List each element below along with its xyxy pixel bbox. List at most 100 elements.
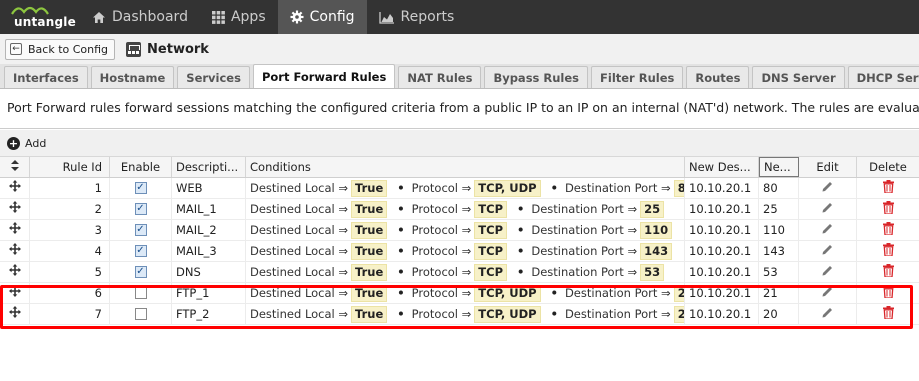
cell-conditions: Destined Local ⇒ True • Protocol ⇒ TCP • Desti… xyxy=(246,241,685,261)
cond-protocol-label: Protocol ⇒ xyxy=(411,307,472,321)
pencil-icon[interactable] xyxy=(821,222,834,239)
col-edit[interactable]: Edit xyxy=(799,157,857,177)
table-row[interactable]: 2 ✓ MAIL_1 Destined Local ⇒ True • Protocol ⇒ T… xyxy=(0,199,919,220)
cell-rule-id: 4 xyxy=(30,241,110,261)
cell-edit xyxy=(799,199,857,219)
cond-protocol-label: Protocol ⇒ xyxy=(411,223,472,237)
move-icon xyxy=(8,243,21,259)
enable-checkbox[interactable] xyxy=(134,287,147,299)
drag-handle[interactable] xyxy=(0,220,30,240)
move-icon xyxy=(8,201,21,217)
cond-separator: • xyxy=(397,286,405,300)
nav-dashboard-label: Dashboard xyxy=(112,9,188,25)
tab-hostname[interactable]: Hostname xyxy=(90,66,175,88)
tab-bypass-rules[interactable]: Bypass Rules xyxy=(484,66,589,88)
nav-reports[interactable]: Reports xyxy=(367,0,467,34)
col-description[interactable]: Descripti... xyxy=(172,157,246,177)
pencil-icon[interactable] xyxy=(821,201,834,218)
drag-handle[interactable] xyxy=(0,199,30,219)
cell-new-port: 21 xyxy=(759,283,799,303)
trash-icon[interactable] xyxy=(882,222,894,238)
cell-new-destination: 10.10.20.1 xyxy=(685,283,759,303)
col-rule-id[interactable]: Rule Id xyxy=(30,157,110,177)
cond-protocol-value: TCP, UDP xyxy=(474,179,541,197)
cond-port-label: Destination Port ⇒ xyxy=(564,286,671,300)
trash-icon[interactable] xyxy=(882,201,894,217)
drag-handle[interactable] xyxy=(0,283,30,303)
add-rule-button[interactable]: + Add xyxy=(7,136,46,150)
col-delete[interactable]: Delete xyxy=(857,157,919,177)
enable-checkbox[interactable] xyxy=(134,308,147,320)
cell-new-port: 25 xyxy=(759,199,799,219)
tab-nat-rules[interactable]: NAT Rules xyxy=(398,66,482,88)
cond-separator: • xyxy=(397,265,405,279)
trash-icon[interactable] xyxy=(882,285,894,301)
trash-icon[interactable] xyxy=(882,264,894,280)
enable-checkbox[interactable]: ✓ xyxy=(134,182,147,194)
tab-port-forward-rules[interactable]: Port Forward Rules xyxy=(252,64,396,88)
cell-delete xyxy=(857,304,919,324)
back-to-config-button[interactable]: ← Back to Config xyxy=(5,38,116,60)
cond-protocol-label: Protocol ⇒ xyxy=(411,265,472,279)
cell-new-port: 80 xyxy=(759,178,799,198)
table-row[interactable]: 4 ✓ MAIL_3 Destined Local ⇒ True • Protocol ⇒ T… xyxy=(0,241,919,262)
tab-dhcp-server[interactable]: DHCP Server xyxy=(847,66,919,88)
drag-handle[interactable] xyxy=(0,262,30,282)
arrow-left-icon: ← xyxy=(10,43,22,55)
cell-conditions: Destined Local ⇒ True • Protocol ⇒ TCP • Desti… xyxy=(246,262,685,282)
trash-icon[interactable] xyxy=(882,243,894,259)
page-title: Network xyxy=(147,41,209,57)
pencil-icon[interactable] xyxy=(821,243,834,260)
enable-checkbox[interactable]: ✓ xyxy=(134,224,147,236)
col-new-port[interactable]: Ne... xyxy=(759,157,799,177)
nav-apps[interactable]: Apps xyxy=(200,0,278,34)
enable-checkbox[interactable]: ✓ xyxy=(134,245,147,257)
tab-services[interactable]: Services xyxy=(177,66,250,88)
table-row[interactable]: 5 ✓ DNS Destined Local ⇒ True • Protocol ⇒ TCP •… xyxy=(0,262,919,283)
tab-interfaces[interactable]: Interfaces xyxy=(4,66,88,88)
rules-description: Port Forward rules forward sessions matc… xyxy=(0,89,919,129)
cond-local-value: True xyxy=(351,305,388,323)
cell-enable: ✓ xyxy=(110,220,172,240)
pencil-icon[interactable] xyxy=(821,180,834,197)
drag-handle[interactable] xyxy=(0,304,30,324)
cell-enable: ✓ xyxy=(110,199,172,219)
nav-dashboard[interactable]: Dashboard xyxy=(80,0,200,34)
cell-new-port: 143 xyxy=(759,241,799,261)
tab-filter-rules[interactable]: Filter Rules xyxy=(591,66,684,88)
pencil-icon[interactable] xyxy=(821,285,834,302)
col-new-destination[interactable]: New Des... xyxy=(685,157,759,177)
table-row[interactable]: 7 FTP_2 Destined Local ⇒ True • Protocol ⇒ TCP… xyxy=(0,304,919,325)
nav-config[interactable]: Config xyxy=(277,0,367,34)
cond-protocol-label: Protocol ⇒ xyxy=(411,202,472,216)
cond-separator: • xyxy=(397,181,405,195)
drag-handle[interactable] xyxy=(0,178,30,198)
top-nav: untangle Dashboard Apps Config Reports xyxy=(0,0,919,34)
drag-handle[interactable] xyxy=(0,241,30,261)
col-conditions[interactable]: Conditions xyxy=(246,157,685,177)
page-header: ← Back to Config Network xyxy=(0,34,919,64)
trash-icon[interactable] xyxy=(882,306,894,322)
col-enable[interactable]: Enable xyxy=(110,157,172,177)
cond-local-value: True xyxy=(351,179,388,197)
untangle-logo[interactable]: untangle xyxy=(0,0,80,34)
cond-separator: • xyxy=(550,181,558,195)
cond-port-value: 20 xyxy=(673,305,684,323)
cell-new-destination: 10.10.20.1 xyxy=(685,262,759,282)
trash-icon[interactable] xyxy=(882,180,894,196)
pencil-icon[interactable] xyxy=(821,306,834,323)
table-row[interactable]: 1 ✓ WEB Destined Local ⇒ True • Protocol ⇒ TCP,… xyxy=(0,178,919,199)
table-row[interactable]: 6 FTP_1 Destined Local ⇒ True • Protocol ⇒ TCP… xyxy=(0,283,919,304)
sort-icon xyxy=(10,160,19,174)
cond-protocol-label: Protocol ⇒ xyxy=(411,181,472,195)
cell-edit xyxy=(799,220,857,240)
table-row[interactable]: 3 ✓ MAIL_2 Destined Local ⇒ True • Protocol ⇒ T… xyxy=(0,220,919,241)
sort-column-header[interactable] xyxy=(0,157,30,177)
tab-routes[interactable]: Routes xyxy=(686,66,750,88)
tab-dns-server[interactable]: DNS Server xyxy=(752,66,845,88)
pencil-icon[interactable] xyxy=(821,264,834,281)
enable-checkbox[interactable]: ✓ xyxy=(134,203,147,215)
home-icon xyxy=(92,11,106,24)
enable-checkbox[interactable]: ✓ xyxy=(134,266,147,278)
back-button-label: Back to Config xyxy=(28,42,109,56)
